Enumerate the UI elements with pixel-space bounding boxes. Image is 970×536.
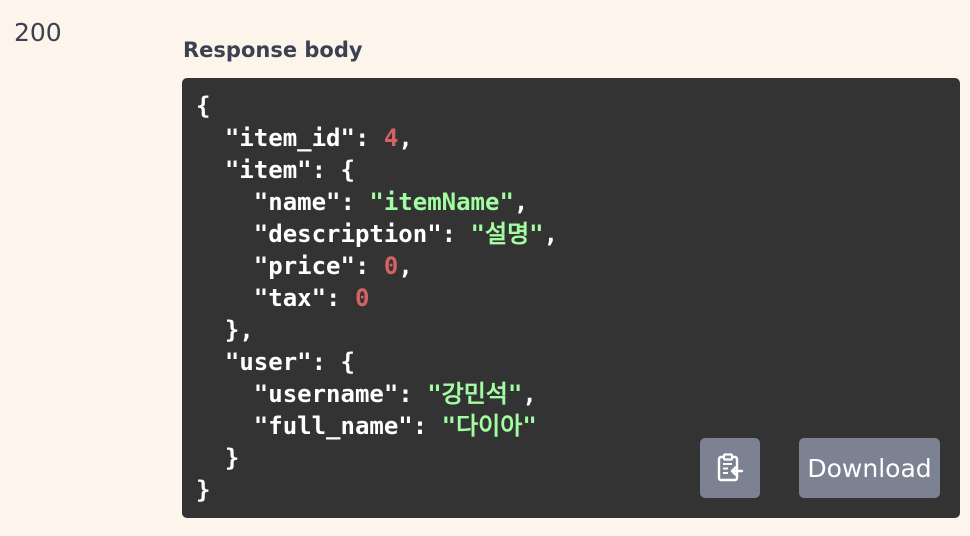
code-token-punct: : [326, 284, 355, 312]
code-token-key: "full_name" [196, 412, 413, 440]
code-token-punct: : [412, 412, 442, 440]
code-line: "item_id": 4, [196, 122, 946, 154]
copy-to-clipboard-button[interactable] [700, 438, 760, 498]
code-token-punct: : [354, 252, 384, 280]
code-token-num: 4 [383, 124, 399, 152]
code-token-punct: , [398, 124, 413, 152]
code-token-key: "tax" [196, 284, 327, 312]
download-button[interactable]: Download [799, 438, 940, 498]
code-token-str: "itemName" [369, 188, 514, 216]
code-token-punct: : [354, 124, 384, 152]
code-token-punct: , [513, 188, 529, 216]
code-token-punct: : { [311, 348, 355, 376]
code-token-punct: : [441, 220, 471, 248]
code-line: { [196, 90, 946, 122]
code-line: "user": { [196, 346, 946, 378]
code-token-num: 0 [354, 284, 370, 312]
code-token-punct: : { [311, 156, 355, 184]
code-token-key: "name" [196, 188, 341, 216]
code-token-key: "item_id" [196, 124, 355, 152]
code-token-key: "username" [196, 380, 399, 408]
code-token-punct: , [398, 252, 413, 280]
code-token-key: "item" [196, 156, 312, 184]
code-token-str: "설명" [470, 220, 544, 248]
code-token-punct: : [340, 188, 370, 216]
response-body-title: Response body [183, 38, 363, 62]
code-line: "tax": 0 [196, 282, 946, 314]
clipboard-icon [717, 453, 744, 482]
code-line: "username": "강민석", [196, 378, 946, 410]
code-line: "item": { [196, 154, 946, 186]
code-token-punct: , [543, 220, 559, 248]
code-token-str: "다이아" [441, 412, 537, 440]
code-line: "price": 0, [196, 250, 946, 282]
code-token-punct: } [196, 444, 240, 472]
code-token-punct: }, [196, 316, 254, 344]
code-token-num: 0 [383, 252, 399, 280]
code-token-key: "user" [196, 348, 312, 376]
code-token-punct: } [196, 476, 211, 504]
code-line: "description": "설명", [196, 218, 946, 250]
code-token-punct: : [398, 380, 428, 408]
response-status-code: 200 [14, 18, 62, 47]
code-token-key: "price" [196, 252, 355, 280]
code-token-punct: { [196, 92, 211, 120]
code-token-punct: , [522, 380, 537, 408]
code-line: "name": "itemName", [196, 186, 946, 218]
code-line: }, [196, 314, 946, 346]
code-token-key: "description" [196, 220, 442, 248]
code-token-str: "강민석" [427, 380, 523, 408]
